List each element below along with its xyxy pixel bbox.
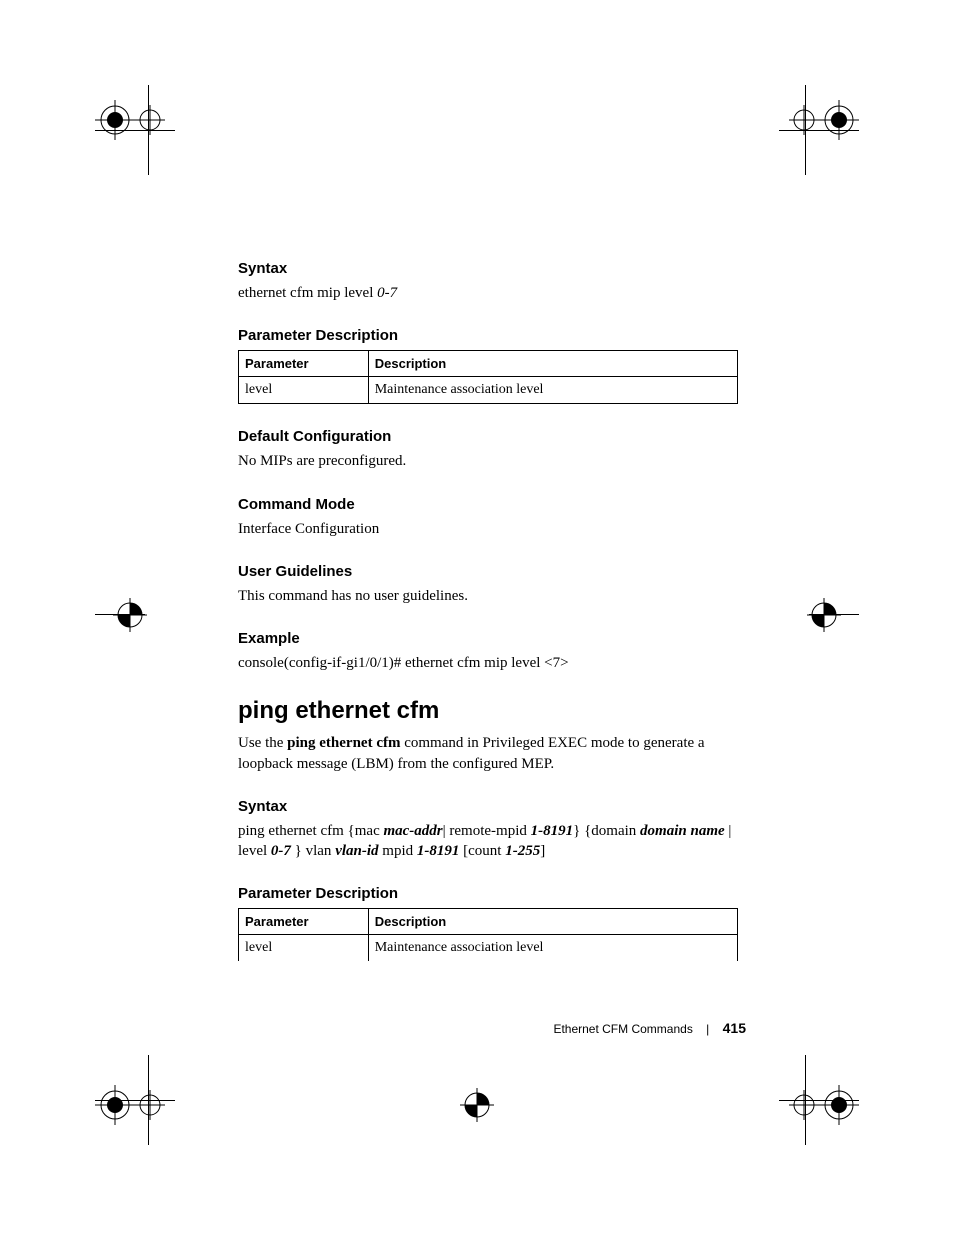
syntax1-arg: 0-7 [377, 285, 397, 301]
param-desc-heading-2: Parameter Description [238, 885, 738, 902]
syntax-text-2: ping ethernet cfm {mac mac-addr| remote-… [238, 821, 738, 862]
param2-col2: Description [368, 909, 737, 935]
param-desc-heading-1: Parameter Description [238, 327, 738, 344]
param-table-1: Parameter Description level Maintenance … [238, 350, 738, 404]
command-mode-text: Interface Configuration [238, 519, 738, 539]
param1-col1: Parameter [239, 351, 369, 377]
s2t2: | remote-mpid [443, 823, 531, 839]
registration-mark-icon [95, 1070, 165, 1140]
syntax-text-1: ethernet cfm mip level 0-7 [238, 283, 738, 303]
default-config-heading: Default Configuration [238, 428, 738, 445]
s2t3: } {domain [573, 823, 640, 839]
registration-mark-icon [95, 580, 165, 650]
footer-page: 415 [723, 1020, 746, 1036]
s2a6: 1-8191 [417, 843, 463, 859]
param1-col2: Description [368, 351, 737, 377]
s2t6: mpid [382, 843, 417, 859]
example-heading: Example [238, 630, 738, 647]
s2t8: ] [540, 843, 545, 859]
footer-pipe: | [706, 1022, 709, 1036]
main-command-heading: ping ethernet cfm [238, 697, 738, 725]
s2a5: vlan-id [335, 843, 382, 859]
registration-mark-icon [789, 580, 859, 650]
user-guidelines-text: This command has no user guidelines. [238, 586, 738, 606]
example-text: console(config-if-gi1/0/1)# ethernet cfm… [238, 653, 738, 673]
s2t7: [count [463, 843, 505, 859]
registration-mark-icon [442, 1070, 512, 1140]
s2a7: 1-255 [505, 843, 540, 859]
main-bold: ping ethernet cfm [287, 735, 400, 751]
default-config-text: No MIPs are preconfigured. [238, 451, 738, 471]
s2t5: } vlan [295, 843, 336, 859]
page-footer: Ethernet CFM Commands | 415 [553, 1020, 746, 1036]
param-table-2: Parameter Description level Maintenance … [238, 908, 738, 961]
syntax1-prefix: ethernet cfm mip level [238, 285, 377, 301]
registration-mark-icon [789, 1070, 859, 1140]
param2-col1: Parameter [239, 909, 369, 935]
main-desc: Use the ping ethernet cfm command in Pri… [238, 733, 738, 774]
command-mode-heading: Command Mode [238, 496, 738, 513]
param2-row1-param: level [239, 935, 369, 962]
s2a2: 1-8191 [531, 823, 574, 839]
syntax-heading-2: Syntax [238, 798, 738, 815]
s2t1: ping ethernet cfm {mac [238, 823, 383, 839]
param1-row1-desc: Maintenance association level [368, 377, 737, 404]
s2a1: mac-addr [383, 823, 442, 839]
registration-mark-icon [95, 85, 165, 155]
main-t1: Use the [238, 735, 287, 751]
syntax-heading-1: Syntax [238, 260, 738, 277]
s2a3: domain name [640, 823, 725, 839]
param2-row1-desc: Maintenance association level [368, 935, 737, 962]
param1-row1-param: level [239, 377, 369, 404]
registration-mark-icon [789, 85, 859, 155]
footer-section: Ethernet CFM Commands [553, 1022, 692, 1036]
s2a4: 0-7 [271, 843, 295, 859]
user-guidelines-heading: User Guidelines [238, 563, 738, 580]
